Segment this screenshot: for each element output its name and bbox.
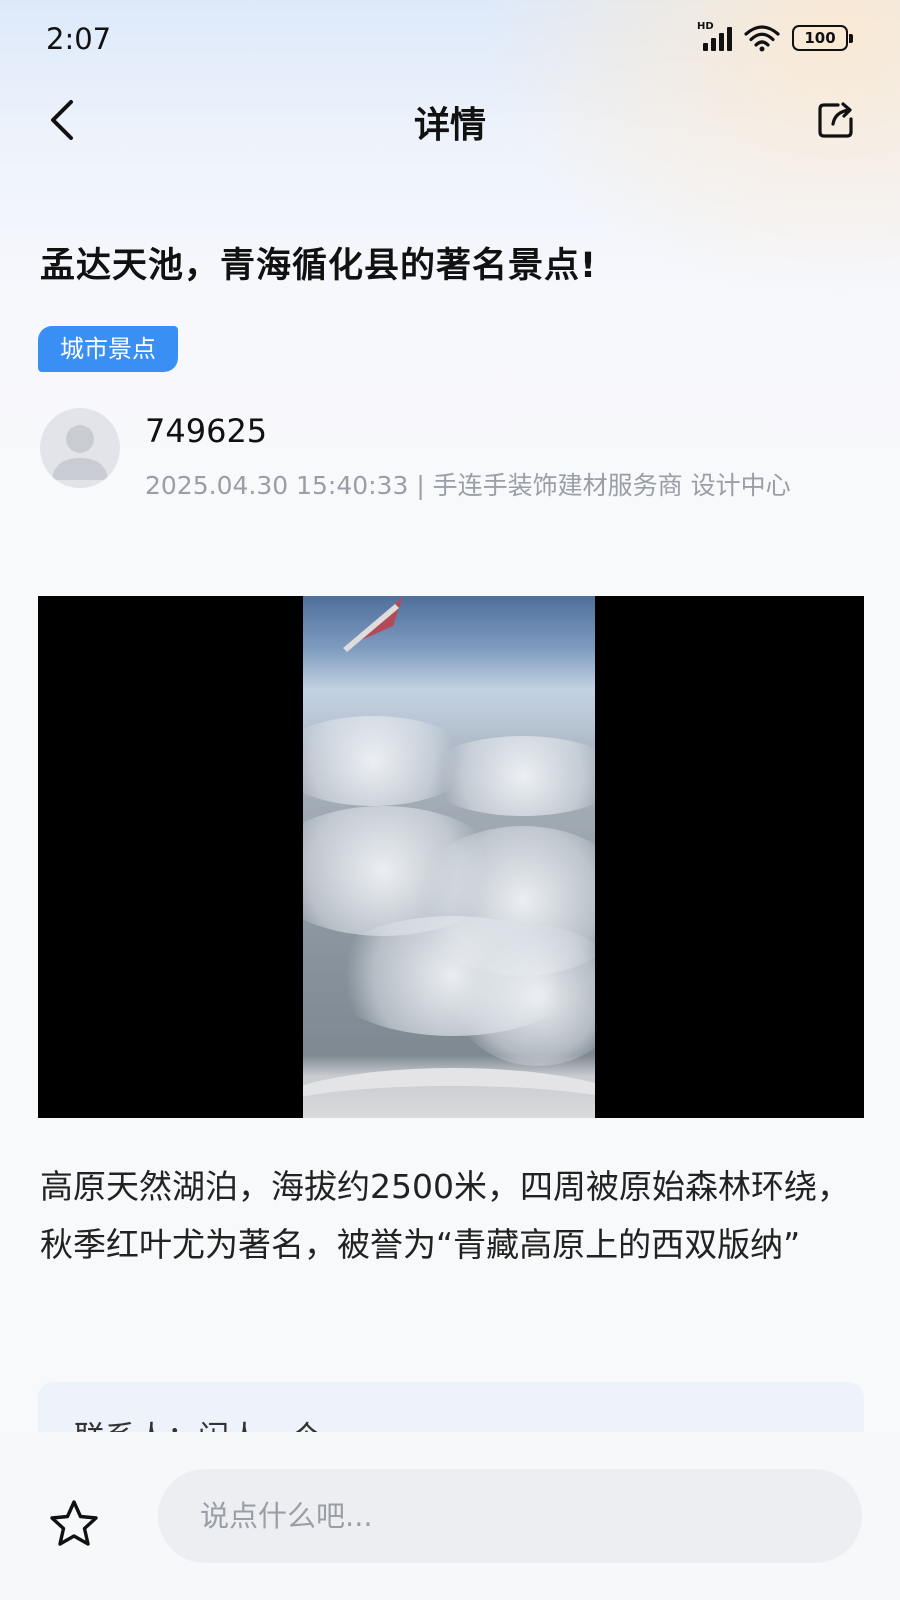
wifi-icon bbox=[744, 25, 780, 52]
bottom-bar bbox=[0, 1432, 900, 1600]
page-title: 详情 bbox=[413, 105, 486, 146]
video-thumbnail bbox=[303, 596, 595, 1118]
network-type-label: HD bbox=[697, 21, 714, 32]
category-tag[interactable]: 城市景点 bbox=[38, 326, 178, 372]
post-meta: 2025.04.30 15:40:33 | 手连手装饰建材服务商 设计中心 bbox=[145, 471, 791, 500]
post-title: 孟达天池，青海循化县的著名景点! bbox=[40, 246, 597, 286]
nav-bar: 详情 bbox=[0, 80, 900, 160]
star-icon bbox=[50, 1500, 98, 1546]
default-avatar-icon bbox=[52, 425, 108, 480]
status-bar: 2:07 HD 100 bbox=[0, 0, 900, 80]
battery-level: 100 bbox=[804, 29, 836, 47]
favorite-button[interactable] bbox=[44, 1494, 104, 1554]
share-icon bbox=[818, 102, 853, 138]
share-button[interactable] bbox=[812, 96, 860, 144]
signal-icon: HD bbox=[697, 21, 732, 51]
author-name[interactable]: 749625 bbox=[145, 412, 267, 450]
battery-icon: 100 bbox=[792, 25, 853, 51]
avatar[interactable] bbox=[40, 408, 120, 488]
status-icons: HD 100 bbox=[697, 21, 853, 52]
airplane-wing-graphic bbox=[343, 596, 403, 652]
status-time: 2:07 bbox=[46, 22, 112, 56]
post-content: 高原天然湖泊，海拔约2500米，四周被原始森林环绕，秋季红叶尤为著名，被誉为“青… bbox=[40, 1167, 850, 1264]
window-frame-graphic bbox=[303, 1068, 595, 1118]
comment-input[interactable] bbox=[158, 1469, 862, 1563]
video-player[interactable] bbox=[38, 596, 864, 1118]
